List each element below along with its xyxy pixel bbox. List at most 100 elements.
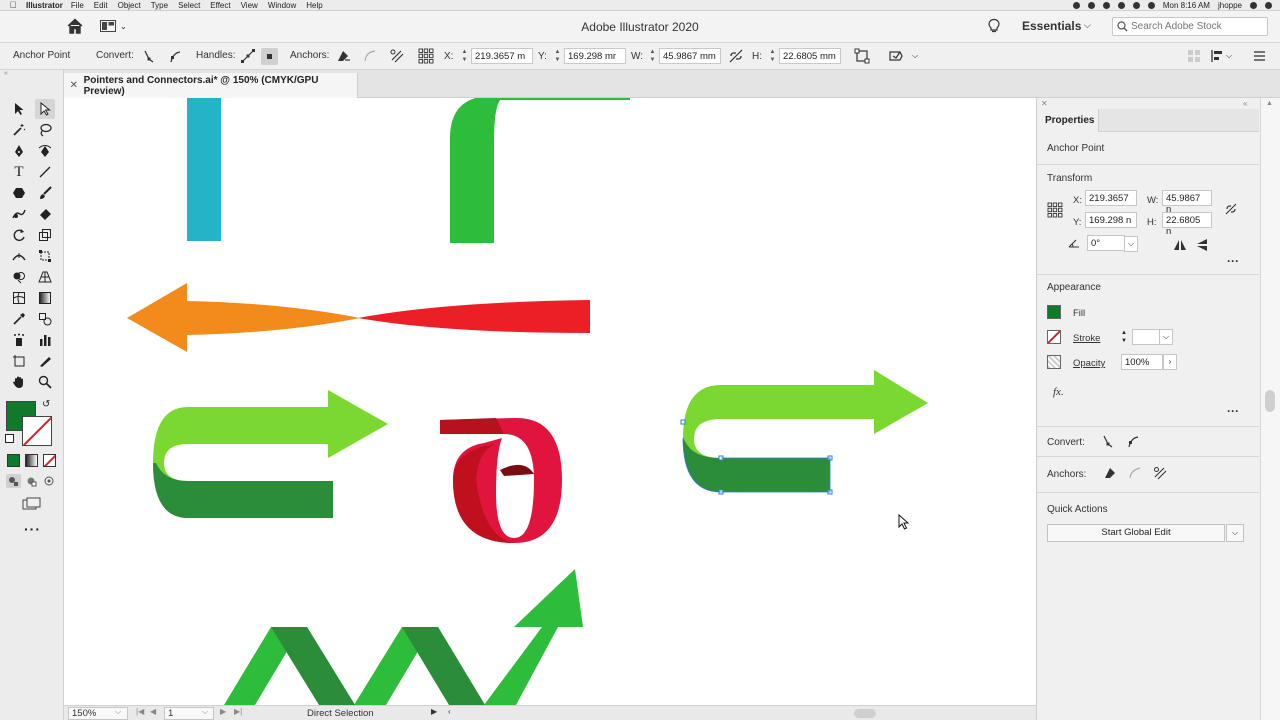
remove-anchor-icon[interactable]: [335, 48, 351, 64]
spotlight-icon[interactable]: [1250, 2, 1257, 9]
lightbulb-icon[interactable]: [987, 18, 1001, 34]
status-menu-icon[interactable]: ▶: [431, 707, 437, 716]
menu-view[interactable]: View: [241, 1, 258, 10]
hide-handles-button[interactable]: [261, 48, 278, 65]
draw-inside-icon[interactable]: [43, 475, 56, 488]
eyedropper-tool[interactable]: [9, 309, 29, 329]
transform-y-field[interactable]: 169.298 n: [1085, 212, 1137, 228]
stroke-swatch[interactable]: [22, 416, 52, 446]
gradient-mode-button[interactable]: [25, 454, 38, 467]
align-icon[interactable]: [1210, 48, 1226, 64]
toolbar-collapse-icon[interactable]: «: [0, 70, 64, 81]
convert-smooth-icon[interactable]: [1126, 434, 1140, 448]
zigzag-arrowhead[interactable]: [484, 569, 583, 705]
w-stepper[interactable]: ▲ ▼: [648, 48, 657, 64]
convert-corner-icon[interactable]: [141, 48, 157, 64]
perspective-grid-tool[interactable]: [35, 267, 55, 287]
remove-anchor-icon[interactable]: [1103, 466, 1117, 480]
artboard-dropdown-icon[interactable]: ⌵: [202, 707, 208, 717]
zoom-dropdown-icon[interactable]: ⌵: [115, 707, 121, 717]
artboard-tool[interactable]: [9, 351, 29, 371]
creative-cloud-icon[interactable]: [1102, 2, 1110, 9]
isolate-icon[interactable]: [888, 48, 904, 64]
flip-vertical-icon[interactable]: [1195, 238, 1209, 252]
red-taper-shape[interactable]: [358, 300, 590, 333]
workspace-switcher[interactable]: Essentials: [1022, 19, 1081, 33]
pen-tool[interactable]: [9, 141, 29, 161]
opacity-slider-toggle-icon[interactable]: ›: [1163, 354, 1177, 370]
color-mode-button[interactable]: [7, 454, 20, 467]
home-icon[interactable]: [66, 18, 84, 34]
default-fill-stroke-icon[interactable]: [5, 434, 14, 443]
menu-edit[interactable]: Edit: [94, 1, 108, 10]
transform-h-field[interactable]: 22.6805 n: [1162, 212, 1212, 237]
menu-effect[interactable]: Effect: [210, 1, 230, 10]
menu-type[interactable]: Type: [151, 1, 168, 10]
document-tab[interactable]: ✕ Pointers and Connectors.ai* @ 150% (CM…: [64, 73, 358, 98]
teal-bar-shape[interactable]: [187, 98, 221, 241]
stroke-weight-stepper[interactable]: ▲ ▼: [1121, 329, 1127, 345]
vertical-scrollbar-thumb[interactable]: [1265, 390, 1275, 412]
menubar-user[interactable]: jhoppe: [1218, 1, 1242, 10]
width-tool[interactable]: [9, 246, 29, 266]
shaper-tool[interactable]: [9, 204, 29, 224]
hand-tool[interactable]: [9, 372, 29, 392]
convert-corner-icon[interactable]: [1101, 434, 1115, 448]
horizontal-scrollbar-thumb[interactable]: [854, 709, 876, 718]
camera-icon[interactable]: [1087, 2, 1095, 9]
y-field[interactable]: 169.298 mr: [564, 48, 626, 64]
scroll-left-icon[interactable]: ‹: [448, 707, 451, 716]
swap-fill-stroke-icon[interactable]: ↺: [42, 399, 50, 410]
stroke-label[interactable]: Stroke: [1073, 333, 1100, 344]
reference-point-icon[interactable]: [1047, 202, 1063, 218]
volume-icon[interactable]: [1132, 2, 1140, 9]
orange-arrow-shape[interactable]: [127, 283, 360, 352]
none-mode-button[interactable]: [43, 454, 56, 467]
stroke-weight-dropdown-icon[interactable]: ⌵: [1159, 329, 1173, 345]
status-tool-name[interactable]: Direct Selection: [307, 708, 374, 719]
dark-green-return-right-shape[interactable]: [683, 438, 830, 492]
properties-tab[interactable]: Properties: [1037, 109, 1099, 132]
draw-behind-icon[interactable]: [25, 475, 38, 488]
opacity-swatch[interactable]: [1047, 355, 1061, 369]
close-icon[interactable]: ✕: [64, 80, 84, 91]
y-stepper[interactable]: ▲ ▼: [553, 48, 562, 64]
rotate-tool[interactable]: [9, 225, 29, 245]
fx-effects-button[interactable]: fx.: [1053, 386, 1064, 398]
edit-toolbar-icon[interactable]: ···: [24, 521, 41, 537]
lasso-tool[interactable]: [35, 120, 55, 140]
panel-collapse-icon[interactable]: «: [1243, 99, 1247, 108]
menu-help[interactable]: Help: [306, 1, 322, 10]
blend-tool[interactable]: [35, 309, 55, 329]
scale-tool[interactable]: [35, 225, 55, 245]
screen-mode-icon[interactable]: [22, 497, 42, 511]
x-stepper[interactable]: ▲ ▼: [460, 48, 469, 64]
rotate-dropdown-icon[interactable]: ⌵: [1124, 236, 1138, 252]
symbol-sprayer-tool[interactable]: [9, 330, 29, 350]
h-stepper[interactable]: ▲ ▼: [768, 48, 777, 64]
draw-normal-button[interactable]: [6, 474, 21, 488]
stroke-color-swatch[interactable]: [1047, 330, 1061, 344]
last-artboard-icon[interactable]: ▶|: [234, 707, 242, 716]
free-transform-tool[interactable]: [35, 246, 55, 266]
dark-green-return-left-shape[interactable]: [153, 463, 333, 518]
zoom-tool[interactable]: [35, 372, 55, 392]
transform-more-icon[interactable]: ···: [1227, 254, 1239, 268]
global-edit-options-button[interactable]: ⌵: [1226, 524, 1244, 542]
connect-anchors-icon[interactable]: [362, 48, 378, 64]
scroll-up-icon[interactable]: ▲: [1266, 100, 1273, 107]
h-field[interactable]: 22.6805 mm: [779, 48, 841, 64]
panel-close-icon[interactable]: ✕: [1041, 99, 1048, 108]
transform-x-field[interactable]: 219.3657: [1085, 190, 1137, 206]
vertical-scrollbar[interactable]: ▲: [1260, 98, 1280, 720]
eraser-tool[interactable]: [35, 204, 55, 224]
opacity-field[interactable]: 100%: [1121, 354, 1163, 370]
menu-file[interactable]: File: [71, 1, 84, 10]
transform-w-field[interactable]: 45.9867 n: [1162, 190, 1212, 215]
artboard-canvas[interactable]: [64, 98, 1036, 705]
rotate-field[interactable]: 0°: [1087, 235, 1125, 251]
constrain-proportions-icon[interactable]: [1224, 202, 1238, 216]
reference-point-icon[interactable]: [418, 48, 434, 64]
magic-wand-tool[interactable]: [9, 120, 29, 140]
column-graph-tool[interactable]: [35, 330, 55, 350]
